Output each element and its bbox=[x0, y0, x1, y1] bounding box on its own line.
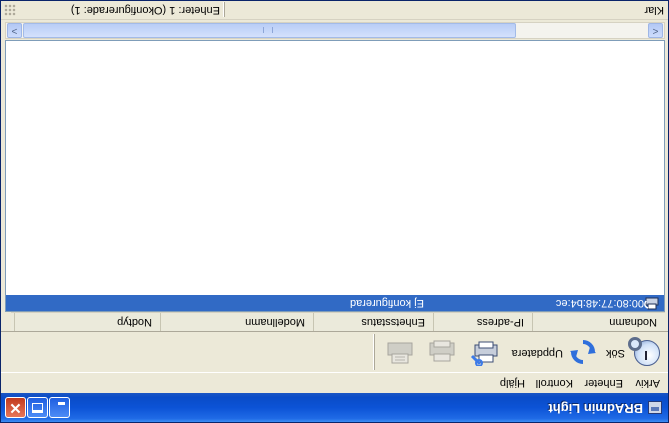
resize-grip-icon[interactable] bbox=[4, 4, 16, 16]
column-enhetsstatus[interactable]: Enhetsstatus bbox=[313, 313, 433, 331]
status-device-count: Enheter: 1 (Okonfigurerade: 1) bbox=[70, 4, 220, 16]
status-divider bbox=[224, 2, 225, 17]
column-header: Nodnamn IP-adress Enhetsstatus Modellnam… bbox=[11, 312, 665, 331]
cell-status: Ej konfigurerad bbox=[350, 297, 424, 309]
menu-arkiv[interactable]: Arkiv bbox=[636, 377, 660, 389]
column-nodnamn[interactable]: Nodnamn bbox=[532, 313, 665, 331]
column-ip-adress[interactable]: IP-adress bbox=[433, 313, 532, 331]
device-list[interactable]: 00:80:77:48:b4:ec Ej konfigurerad bbox=[5, 40, 665, 312]
minimize-button[interactable] bbox=[49, 397, 70, 418]
refresh-icon bbox=[570, 340, 596, 364]
printer-icon bbox=[429, 340, 455, 362]
status-ready: Klar bbox=[644, 4, 664, 16]
window-title: BRAdmin Light bbox=[548, 401, 643, 416]
menu-enheter[interactable]: Enheter bbox=[584, 377, 623, 389]
scroll-thumb[interactable] bbox=[23, 23, 516, 38]
toolbar-group: Sök Uppdatera bbox=[374, 334, 665, 370]
table-row[interactable]: 00:80:77:48:b4:ec Ej konfigurerad bbox=[6, 295, 664, 311]
scroll-left-button[interactable]: < bbox=[648, 23, 663, 38]
chevron-left-icon: < bbox=[652, 25, 659, 36]
column-modellnamn[interactable]: Modellnamn bbox=[160, 313, 313, 331]
cell-node-name: 00:80:77:48:b4:ec bbox=[555, 297, 644, 309]
printer-wrench-icon bbox=[470, 341, 498, 366]
menu-hjalp[interactable]: Hjälp bbox=[500, 377, 525, 389]
search-label: Sök bbox=[606, 347, 625, 359]
printer-status-icon bbox=[387, 342, 413, 364]
search-icon bbox=[628, 337, 642, 351]
title-bar[interactable]: BRAdmin Light ✕ bbox=[1, 393, 668, 422]
menu-kontroll[interactable]: Kontroll bbox=[536, 377, 573, 389]
status-bar: Klar Enheter: 1 (Okonfigurerade: 1) bbox=[1, 0, 668, 20]
app-icon[interactable] bbox=[648, 401, 662, 414]
print-button[interactable] bbox=[421, 335, 459, 369]
menu-bar: Arkiv Enheter Kontroll Hjälp bbox=[1, 372, 668, 392]
bradmin-window: BRAdmin Light ✕ Arkiv Enheter Kontroll H… bbox=[0, 0, 669, 423]
refresh-label: Uppdatera bbox=[511, 347, 563, 359]
configure-button[interactable] bbox=[465, 335, 503, 369]
refresh-button[interactable]: Uppdatera bbox=[507, 335, 599, 369]
toolbar: Sök Uppdatera bbox=[1, 331, 668, 372]
close-button[interactable]: ✕ bbox=[5, 397, 26, 418]
scroll-right-button[interactable]: > bbox=[7, 23, 22, 38]
grip-icon bbox=[263, 27, 273, 33]
status-button[interactable] bbox=[379, 335, 417, 369]
search-button[interactable]: Sök bbox=[602, 335, 662, 369]
maximize-button[interactable] bbox=[27, 397, 48, 418]
close-icon: ✕ bbox=[9, 399, 22, 416]
network-printer-icon bbox=[644, 297, 659, 310]
chevron-right-icon: > bbox=[11, 25, 18, 36]
horizontal-scrollbar[interactable]: < > bbox=[5, 22, 665, 39]
column-nodtyp[interactable]: Nodtyp bbox=[14, 313, 160, 331]
